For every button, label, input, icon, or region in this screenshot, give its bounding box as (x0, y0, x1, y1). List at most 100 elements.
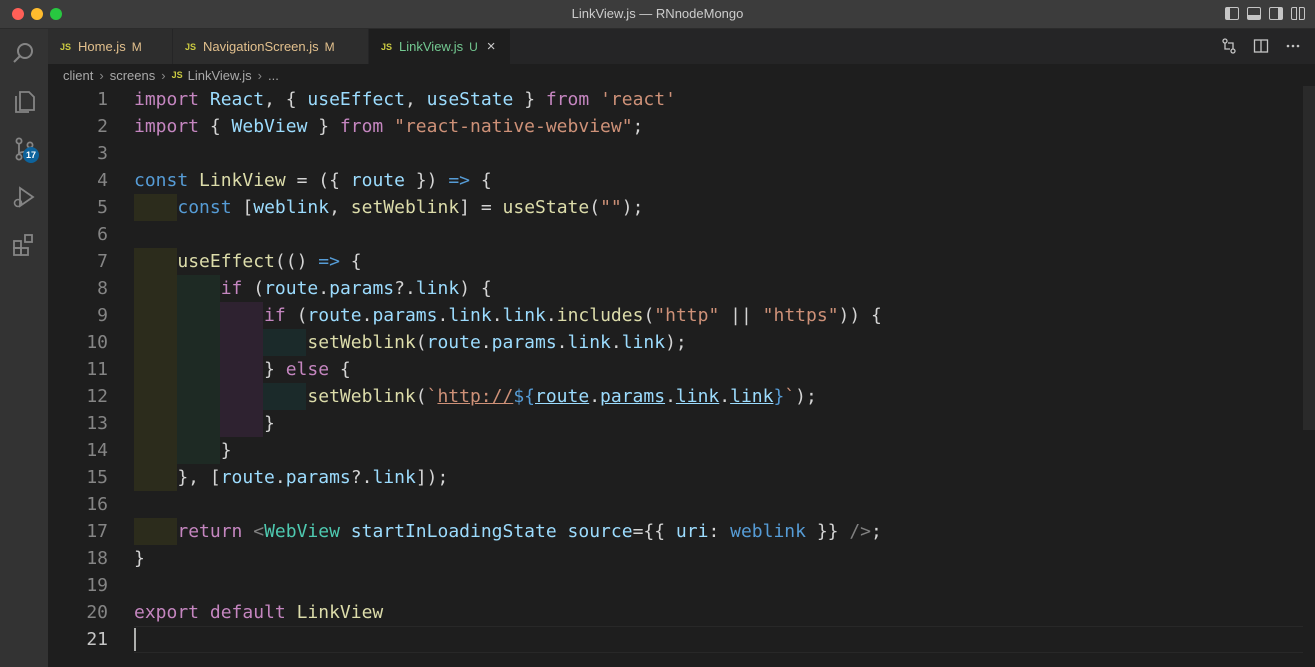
customize-layout-icon[interactable] (1291, 7, 1305, 20)
code-text: export default LinkView (134, 602, 384, 623)
line-number: 19 (86, 575, 108, 596)
code-text: import { WebView } from "react-native-we… (134, 116, 644, 137)
code-line: 4 const LinkView = ({ route }) => { (48, 167, 1303, 194)
source-control-badge: 17 (23, 147, 39, 163)
vscode-window: LinkView.js — RNnodeMongo 17 JS Home.js … (0, 0, 1315, 667)
js-file-icon: JS (171, 70, 183, 80)
tab-linkview[interactable]: JS LinkView.js U × (369, 29, 511, 64)
tab-label: Home.js (78, 39, 126, 54)
run-debug-icon[interactable] (0, 173, 48, 221)
code-text: if (route.params.link.link.includes("htt… (264, 305, 882, 326)
code-text: setWeblink(`http://${route.params.link.l… (307, 386, 817, 407)
activity-bar: 17 (0, 29, 48, 667)
line-number: 16 (86, 494, 108, 515)
code-text: import React, { useEffect, useState } fr… (134, 89, 676, 110)
text-cursor (134, 628, 136, 651)
line-number: 14 (86, 440, 108, 461)
code-text: }, [route.params?.link]); (134, 467, 449, 488)
scrollbar-thumb[interactable] (1303, 86, 1315, 430)
code-text: } (134, 413, 275, 434)
toggle-secondary-sidebar-icon[interactable] (1269, 7, 1283, 20)
line-number: 17 (86, 521, 108, 542)
toggle-sidebar-icon[interactable] (1225, 7, 1239, 20)
window-title: LinkView.js — RNnodeMongo (571, 6, 744, 21)
tab-label: NavigationScreen.js (203, 39, 319, 54)
compare-changes-icon[interactable] (1221, 38, 1237, 59)
chevron-right-icon: › (99, 67, 104, 83)
code-text: setWeblink(route.params.link.link); (307, 332, 687, 353)
code-line: 7 useEffect(() => { (48, 248, 1303, 275)
line-number: 8 (97, 278, 108, 299)
close-tab-icon[interactable]: × (487, 38, 496, 55)
code-text: } else { (134, 359, 351, 380)
code-line: 9 if (route.params.link.link.includes("h… (48, 302, 1303, 329)
code-text: useEffect(() => { (177, 251, 362, 272)
editor-actions (1221, 38, 1301, 59)
code-line: 13 } (48, 410, 1303, 437)
code-line: 1 import React, { useEffect, useState } f… (48, 86, 1303, 113)
code-text: const LinkView = ({ route }) => { (134, 170, 492, 191)
code-text: if (route.params?.link) { (220, 278, 492, 299)
tab-navigation-screen[interactable]: JS NavigationScreen.js M (173, 29, 369, 64)
breadcrumb-symbol[interactable]: ... (268, 68, 279, 83)
code-text: return <WebView startInLoadingState sour… (177, 521, 882, 542)
more-actions-icon[interactable] (1285, 38, 1301, 59)
line-number: 5 (97, 197, 108, 218)
line-number: 11 (86, 359, 108, 380)
code-line: 21 (48, 626, 1303, 653)
tab-home[interactable]: JS Home.js M (48, 29, 173, 64)
line-number: 18 (86, 548, 108, 569)
chevron-right-icon: › (161, 67, 166, 83)
code-line: 11 } else { (48, 356, 1303, 383)
split-editor-icon[interactable] (1253, 38, 1269, 59)
code-line: 20 export default LinkView (48, 599, 1303, 626)
tab-label: LinkView.js (399, 39, 464, 54)
code-text: } (134, 440, 232, 461)
code-line: 14 } (48, 437, 1303, 464)
editor-tab-bar: JS Home.js M JS NavigationScreen.js M JS… (48, 29, 1315, 64)
code-line: 18} (48, 545, 1303, 572)
code-line: 2 import { WebView } from "react-native-w… (48, 113, 1303, 140)
code-editor[interactable]: 1 import React, { useEffect, useState } f… (48, 86, 1303, 667)
code-line: 5 const [weblink, setWeblink] = useState… (48, 194, 1303, 221)
breadcrumb-file[interactable]: LinkView.js (188, 68, 252, 83)
code-text: } (134, 548, 145, 569)
code-line: 12 setWeblink(`http://${route.params.lin… (48, 383, 1303, 410)
files-icon[interactable] (0, 77, 48, 125)
search-icon[interactable] (0, 29, 48, 77)
line-number: 20 (86, 602, 108, 623)
layout-controls (1225, 7, 1305, 20)
breadcrumb-client[interactable]: client (63, 68, 93, 83)
extensions-icon[interactable] (0, 221, 48, 269)
line-number: 4 (97, 170, 108, 191)
code-line: 10 setWeblink(route.params.link.link); (48, 329, 1303, 356)
breadcrumb-screens[interactable]: screens (110, 68, 156, 83)
line-number: 21 (86, 629, 108, 650)
code-text: const [weblink, setWeblink] = useState("… (177, 197, 644, 218)
line-number: 3 (97, 143, 108, 164)
code-line: 6 (48, 221, 1303, 248)
line-number: 9 (97, 305, 108, 326)
js-file-icon: JS (185, 41, 197, 52)
code-line: 16 (48, 491, 1303, 518)
line-number: 6 (97, 224, 108, 245)
line-number: 10 (86, 332, 108, 353)
tab-status: U (469, 39, 478, 54)
line-number: 15 (86, 467, 108, 488)
code-line: 17 return <WebView startInLoadingState s… (48, 518, 1303, 545)
code-line: 3 (48, 140, 1303, 167)
line-number: 2 (97, 116, 108, 137)
title-bar: LinkView.js — RNnodeMongo (0, 0, 1315, 29)
line-number: 13 (86, 413, 108, 434)
line-number: 7 (97, 251, 108, 272)
code-line: 19 (48, 572, 1303, 599)
js-file-icon: JS (381, 41, 393, 52)
toggle-panel-icon[interactable] (1247, 7, 1261, 20)
code-line: 15 }, [route.params?.link]); (48, 464, 1303, 491)
source-control-icon[interactable]: 17 (0, 125, 48, 173)
tab-status: M (324, 39, 335, 54)
breadcrumb: client › screens › JS LinkView.js › ... (48, 64, 1315, 86)
tab-status: M (131, 39, 142, 54)
js-file-icon: JS (60, 41, 72, 52)
code-line: 8 if (route.params?.link) { (48, 275, 1303, 302)
